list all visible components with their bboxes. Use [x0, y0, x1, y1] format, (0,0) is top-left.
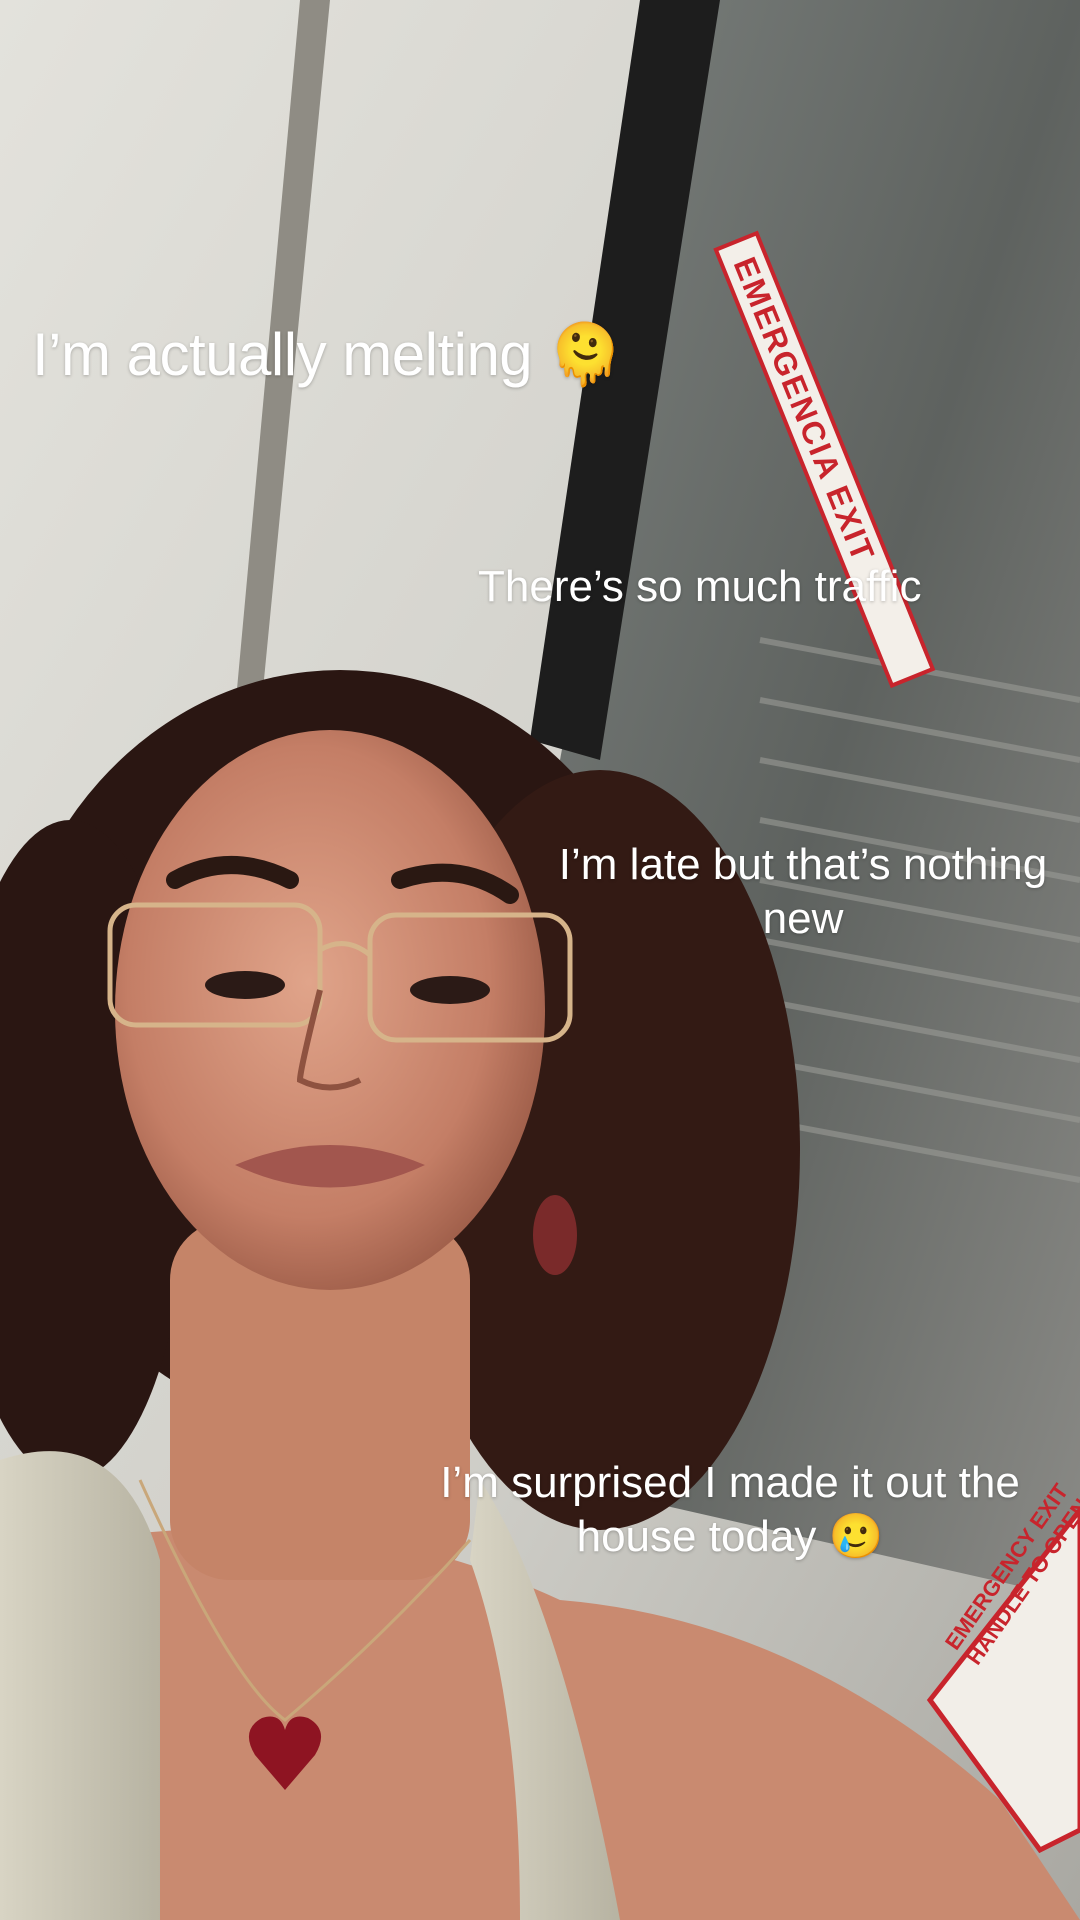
caption-late-line2: new — [762, 893, 844, 943]
halter-top-left — [0, 1451, 160, 1920]
caption-late: I’m late but that’s nothing new — [548, 838, 1058, 945]
right-eye — [410, 976, 490, 1004]
video-frame: EMERGENCIA EXIT EMERGENCY EXIT HANDLE TO… — [0, 0, 1080, 1920]
caption-melting: I’m actually melting 🫠 — [32, 321, 623, 388]
earring — [533, 1195, 577, 1275]
caption-surprised-line1: I’m surprised I made it out the — [440, 1458, 1020, 1507]
caption-surprised: I’m surprised I made it out the house to… — [420, 1456, 1040, 1563]
left-eye — [205, 971, 285, 999]
caption-surprised-line2: house today 🥲 — [576, 1511, 884, 1561]
caption-traffic: There’s so much traffic — [478, 562, 922, 611]
caption-late-line1: I’m late but that’s nothing — [558, 840, 1048, 889]
background-scene — [0, 0, 1080, 1920]
face — [115, 730, 545, 1290]
